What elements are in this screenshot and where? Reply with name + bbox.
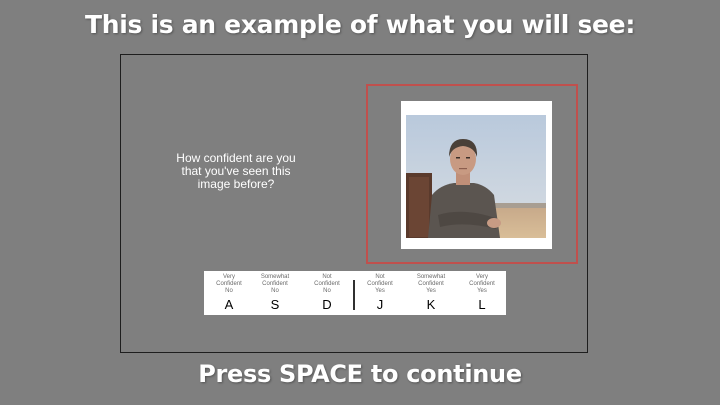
scale-key-l: L [478,297,486,312]
stimulus-card [401,101,552,249]
confidence-question: How confident are you that you've seen t… [156,152,316,191]
continue-prompt: Press SPACE to continue [198,360,522,388]
scale-option-s: Somewhat Confident No S [250,274,300,312]
scale-option-label: Not Confident Yes [367,274,393,294]
scale-key-a: A [224,297,234,312]
scale-option-label: Somewhat Confident No [260,274,290,294]
scale-key-s: S [270,297,280,312]
scale-option-label: Not Confident No [314,274,340,294]
question-line-3: image before? [197,177,275,191]
scale-key-d: D [322,297,332,312]
instruction-heading: This is an example of what you will see: [84,10,636,39]
scale-option-label: Very Confident No [216,274,242,294]
scale-option-d: Not Confident No D [302,274,352,312]
scale-option-label: Very Confident Yes [469,274,495,294]
scale-option-j: Not Confident Yes J [355,274,405,312]
scale-key-k: K [426,297,436,312]
scale-option-l: Very Confident Yes L [457,274,507,312]
scale-key-j: J [376,297,384,312]
confidence-scale: Very Confident No A Somewhat Confident N… [204,271,506,315]
scale-option-a: Very Confident No A [204,274,254,312]
scale-option-label: Somewhat Confident Yes [416,274,446,294]
scale-option-k: Somewhat Confident Yes K [406,274,456,312]
stimulus-photo [406,115,546,238]
